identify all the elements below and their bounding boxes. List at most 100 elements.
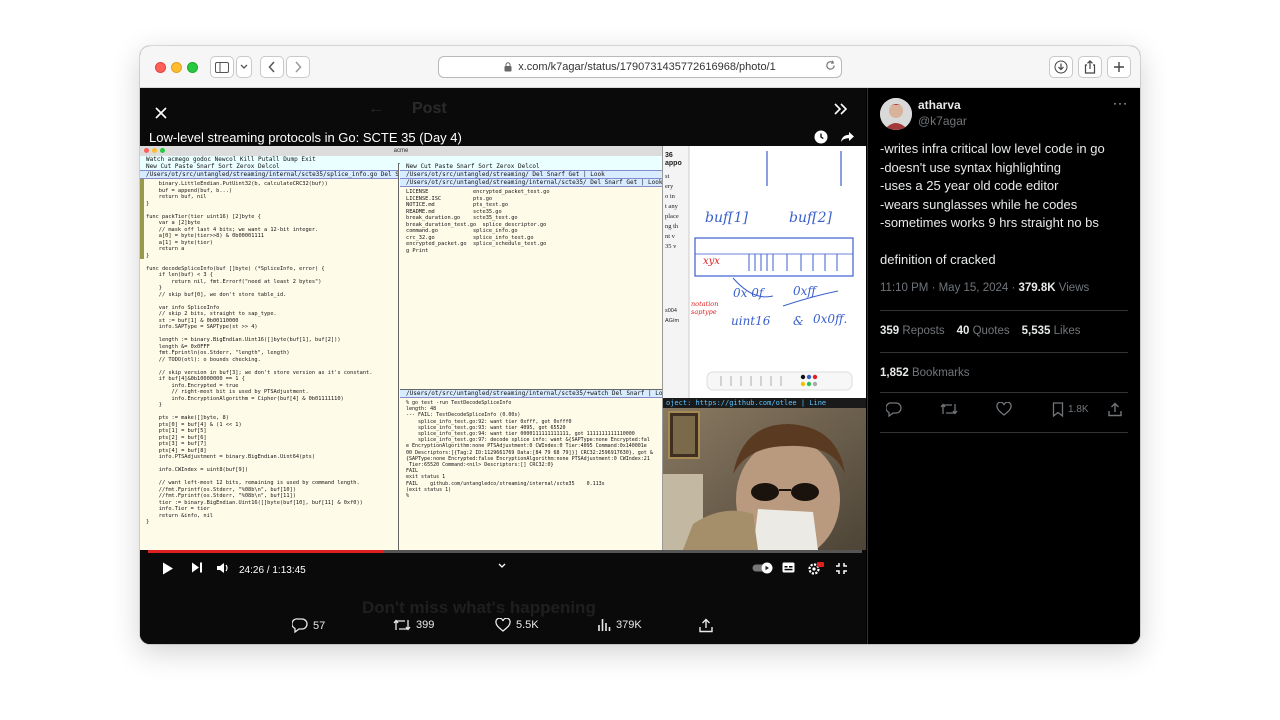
url-text: x.com/k7agar/status/1790731435772616968/…: [518, 61, 776, 73]
avatar-image: [880, 98, 912, 130]
tweet-line: -sometimes works 9 hrs straight no bs: [880, 215, 1099, 230]
video-timecode: 24:26 / 1:13:45: [239, 565, 306, 576]
expand-panel-button[interactable]: [834, 102, 848, 120]
share-arrow-icon: [841, 132, 854, 142]
acme-test-output: % go test -run TestDecodeSpliceInfo leng…: [406, 400, 653, 500]
minimize-window-button[interactable]: [171, 62, 182, 73]
close-media-button[interactable]: [155, 102, 167, 125]
bookmark-action-count: 1.8K: [1068, 404, 1089, 415]
volume-icon: [217, 563, 228, 573]
views-action[interactable]: 379K: [597, 618, 642, 632]
reload-icon[interactable]: [825, 60, 836, 71]
browser-window: x.com/k7agar/status/1790731435772616968/…: [140, 46, 1140, 644]
new-tab-icon: [1114, 62, 1124, 72]
views-count: 379K: [616, 619, 642, 631]
avatar[interactable]: [880, 98, 912, 130]
reply-button[interactable]: [886, 402, 906, 417]
likes-label: Likes: [1050, 325, 1081, 337]
divider: [880, 310, 1128, 311]
quotes-count: 40: [956, 325, 970, 337]
bookmark-button[interactable]: 1.8K: [1052, 402, 1089, 417]
hand-label: xyx: [703, 256, 720, 267]
new-tab-button[interactable]: [1107, 56, 1131, 78]
tweet-view-count: 379.8K: [1018, 282, 1056, 294]
tweet-closing-line: definition of cracked: [880, 252, 996, 267]
reply-action[interactable]: 57: [292, 618, 325, 633]
webcam-image: [663, 404, 866, 550]
next-icon: [192, 562, 202, 573]
acme-right-dir-tag: /Users/ot/src/untangled/streaming/ Del S…: [400, 171, 662, 179]
zoom-window-button[interactable]: [187, 62, 198, 73]
sidebar-icon: [215, 61, 229, 73]
play-button[interactable]: [162, 562, 174, 578]
divider: [880, 392, 1128, 393]
ghost-back-arrow: ←: [368, 100, 384, 117]
author-handle[interactable]: @k7agar: [918, 114, 967, 128]
repost-button[interactable]: [940, 402, 962, 416]
ghost-post-heading: Post: [412, 100, 447, 117]
reposts-stat[interactable]: 359 Reposts: [880, 325, 945, 337]
expand-icon: [834, 103, 848, 115]
forward-button[interactable]: [286, 56, 310, 78]
acme-editor: acme Watch acmego godoc Newcol Kill Puta…: [140, 146, 663, 550]
acme-file-list: LICENSE encrypted_packet_test.go LICENSE…: [406, 189, 550, 254]
tweet-line: -uses a 25 year old code editor: [880, 178, 1059, 193]
author-name[interactable]: atharva: [918, 98, 961, 112]
share-action[interactable]: [699, 618, 718, 633]
volume-button[interactable]: [216, 562, 230, 577]
like-button[interactable]: [996, 402, 1016, 416]
acme-titlebar: acme: [140, 146, 662, 156]
acme-watch-window: /Users/ot/src/untangled/streaming/intern…: [400, 389, 662, 501]
tweet-stats: 359 Reposts 40 Quotes 5,535 Likes: [880, 325, 1080, 337]
back-button[interactable]: [260, 56, 284, 78]
collapse-controls-button[interactable]: [498, 558, 506, 572]
repost-action[interactable]: 399: [393, 618, 434, 632]
divider: [880, 432, 1128, 433]
handwritten-diagram: [663, 146, 854, 404]
like-icon: [495, 618, 511, 632]
hand-label: uint16: [731, 314, 771, 328]
quotes-stat[interactable]: 40 Quotes: [957, 325, 1010, 337]
hand-label: 0xff: [793, 284, 816, 298]
more-options-button[interactable]: ···: [1113, 96, 1128, 110]
video-frame[interactable]: acme Watch acmego godoc Newcol Kill Puta…: [140, 146, 866, 550]
chevron-right-icon: [295, 61, 302, 73]
acme-left-file-tag: /Users/ot/src/untangled/streaming/intern…: [140, 171, 398, 179]
hand-label-red: notation saptype: [691, 300, 719, 316]
doc-header: 36 appo: [665, 152, 682, 167]
share-page-button[interactable]: [1078, 56, 1102, 78]
like-action[interactable]: 5.5K: [495, 618, 539, 632]
video-progress-bar[interactable]: [148, 550, 862, 553]
bookmarks-stat[interactable]: 1,852 Bookmarks: [880, 367, 970, 379]
acme-left-scrollbar[interactable]: [140, 179, 144, 259]
sidebar-button[interactable]: [210, 56, 234, 78]
media-viewer: ← Post Low-level streaming protocols in …: [140, 88, 866, 644]
next-button[interactable]: [191, 562, 203, 576]
acme-right-column: New Cut Paste Snarf Sort Zerox Delcol /U…: [400, 163, 662, 550]
likes-stat[interactable]: 5,535 Likes: [1022, 325, 1081, 337]
repost-icon: [393, 619, 411, 631]
close-window-button[interactable]: [155, 62, 166, 73]
tweet-meta: 11:10 PM · May 15, 2024 · 379.8K Views: [880, 282, 1089, 294]
captions-button[interactable]: [782, 562, 795, 576]
bookmarks-count: 1,852: [880, 367, 909, 379]
reply-icon: [886, 402, 902, 417]
address-bar[interactable]: x.com/k7agar/status/1790731435772616968/…: [438, 56, 842, 78]
acme-window-controls: [144, 148, 165, 153]
media-action-bar: 57 399 5.5K 379K: [140, 618, 866, 642]
tweet-timestamp[interactable]: 11:10 PM · May 15, 2024 ·: [880, 282, 1019, 294]
settings-icon: [808, 562, 824, 575]
sidebar-menu-button[interactable]: [236, 56, 252, 78]
acme-right-subdir-tag: /Users/ot/src/untangled/streaming/intern…: [400, 179, 662, 187]
acme-col2-tag: New Cut Paste Snarf Sort Zerox Delcol: [400, 163, 662, 171]
autoplay-toggle-icon: [752, 562, 773, 574]
browser-toolbar: x.com/k7agar/status/1790731435772616968/…: [140, 46, 1140, 88]
settings-button[interactable]: [808, 562, 824, 578]
fullscreen-button[interactable]: [835, 562, 848, 578]
reposts-label: Reposts: [899, 325, 945, 337]
share-tweet-button[interactable]: [1108, 402, 1126, 417]
upload-icon: [699, 618, 713, 633]
video-share-button[interactable]: [840, 130, 855, 146]
autoplay-toggle[interactable]: [752, 562, 774, 577]
downloads-button[interactable]: [1049, 56, 1073, 78]
